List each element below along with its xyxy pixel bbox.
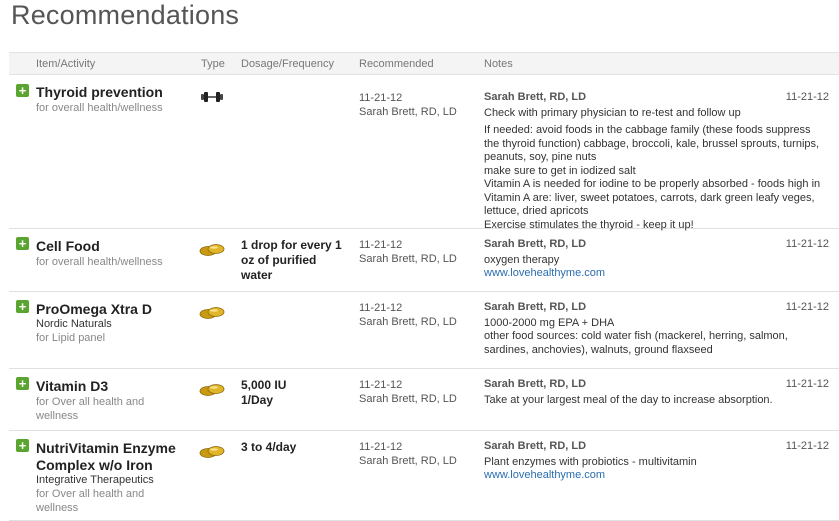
note-date: 11-21-12 — [785, 238, 829, 250]
recommended-cell: 11-21-12 Sarah Brett, RD, LD — [359, 301, 457, 329]
note-line: sardines, anchovies), walnuts, ground fl… — [484, 343, 713, 356]
recommended-by: Sarah Brett, RD, LD — [359, 253, 457, 265]
note-line: lettuce, dried apricots — [484, 205, 589, 217]
item-brand: Integrative Therapeutics — [36, 474, 154, 486]
note-line: peanuts, soy, pine nuts — [484, 151, 597, 163]
recommended-date: 11-21-12 — [359, 92, 403, 104]
item-name[interactable]: Complex w/o Iron — [36, 457, 201, 474]
recommended-date: 11-21-12 — [359, 441, 403, 453]
recommendations-table: Item/Activity Type Dosage/Frequency Reco… — [9, 52, 839, 521]
note-line: Take at your largest meal of the day to … — [484, 393, 773, 406]
item-name[interactable]: Cell Food — [36, 238, 201, 255]
add-plus-icon[interactable]: + — [16, 377, 29, 390]
page-title: Recommendations — [11, 0, 240, 30]
note-date: 11-21-12 — [785, 378, 829, 390]
dosage-line: 5,000 IU — [241, 378, 287, 392]
item-cell: Cell Food for overall health/wellness — [36, 238, 201, 269]
note-author: Sarah Brett, RD, LD — [484, 91, 587, 103]
note-line: the thyroid function) cabbage, broccoli,… — [484, 137, 820, 150]
notes-cell: Sarah Brett, RD, LD 11-21-12 Check with … — [484, 91, 829, 232]
col-dosage-header: Dosage/Frequency — [241, 58, 334, 70]
dosage-line: 3 to 4/day — [241, 440, 297, 454]
note-author: Sarah Brett, RD, LD — [484, 440, 587, 452]
note-date: 11-21-12 — [785, 440, 829, 452]
notes-cell: Sarah Brett, RD, LD 11-21-12 Take at you… — [484, 378, 829, 407]
item-cell: Vitamin D3 for Over all health and welln… — [36, 378, 201, 423]
recommended-cell: 11-21-12 Sarah Brett, RD, LD — [359, 238, 457, 266]
table-row: + Cell Food for overall health/wellness … — [9, 229, 839, 292]
recommended-date: 11-21-12 — [359, 379, 403, 391]
note-line: other food sources: cold water fish (mac… — [484, 330, 788, 342]
recommended-by: Sarah Brett, RD, LD — [359, 455, 457, 467]
table-row: + NutriVitamin Enzyme Complex w/o Iron I… — [9, 431, 839, 521]
recommended-cell: 11-21-12 Sarah Brett, RD, LD — [359, 440, 457, 468]
col-item-header: Item/Activity — [36, 58, 96, 70]
recommended-by: Sarah Brett, RD, LD — [359, 316, 457, 328]
item-name[interactable]: Vitamin D3 — [36, 378, 201, 395]
item-reason: for overall health/wellness — [36, 102, 163, 114]
pill-icon — [199, 383, 225, 397]
note-date: 11-21-12 — [785, 301, 829, 313]
pill-icon — [199, 445, 225, 459]
table-row: + ProOmega Xtra D Nordic Naturals for Li… — [9, 292, 839, 369]
note-line: Check with primary physician to re-test … — [484, 106, 741, 119]
note-line: Vitamin A is needed for iodine to be pro… — [484, 178, 821, 190]
notes-cell: Sarah Brett, RD, LD 11-21-12 oxygen ther… — [484, 238, 829, 281]
item-reason: wellness — [36, 502, 79, 514]
recommended-cell: 11-21-12 Sarah Brett, RD, LD — [359, 91, 457, 119]
dumbbell-icon — [201, 91, 223, 103]
recommended-date: 11-21-12 — [359, 239, 403, 251]
dosage-cell: 3 to 4/day — [241, 440, 351, 455]
note-line: make sure to get in iodized salt — [484, 164, 636, 177]
col-type-header: Type — [201, 58, 225, 70]
note-line: 1000-2000 mg EPA + DHA — [484, 316, 615, 329]
note-line: Plant enzymes with probiotics - multivit… — [484, 455, 697, 468]
dosage-cell: 5,000 IU 1/Day — [241, 378, 351, 408]
col-notes-header: Notes — [484, 58, 513, 70]
table-row: + Thyroid prevention for overall health/… — [9, 75, 839, 232]
notes-cell: Sarah Brett, RD, LD 11-21-12 1000-2000 m… — [484, 301, 829, 357]
table-row: + Vitamin D3 for Over all health and wel… — [9, 369, 839, 431]
item-reason: wellness — [36, 410, 79, 422]
item-name[interactable]: NutriVitamin Enzyme — [36, 440, 201, 457]
item-cell: NutriVitamin Enzyme Complex w/o Iron Int… — [36, 440, 201, 515]
table-header: Item/Activity Type Dosage/Frequency Reco… — [9, 52, 839, 75]
add-plus-icon[interactable]: + — [16, 300, 29, 313]
note-line: oxygen therapy — [484, 253, 560, 266]
pill-icon — [199, 243, 225, 257]
note-author: Sarah Brett, RD, LD — [484, 238, 587, 250]
item-reason: for Over all health and — [36, 396, 145, 408]
note-author: Sarah Brett, RD, LD — [484, 378, 587, 390]
note-author: Sarah Brett, RD, LD — [484, 301, 587, 313]
item-name[interactable]: Thyroid prevention — [36, 84, 201, 101]
item-name[interactable]: ProOmega Xtra D — [36, 301, 201, 318]
add-plus-icon[interactable]: + — [16, 237, 29, 250]
note-link[interactable]: www.lovehealthyme.com — [484, 267, 829, 281]
note-link[interactable]: www.lovehealthyme.com — [484, 469, 829, 483]
add-plus-icon[interactable]: + — [16, 439, 29, 452]
item-reason: for overall health/wellness — [36, 256, 163, 268]
dosage-line: oz of purified — [241, 253, 317, 267]
dosage-cell: 1 drop for every 1 oz of purified water — [241, 238, 351, 283]
pill-icon — [199, 306, 225, 320]
notes-cell: Sarah Brett, RD, LD 11-21-12 Plant enzym… — [484, 440, 829, 483]
recommended-date: 11-21-12 — [359, 302, 403, 314]
item-cell: ProOmega Xtra D Nordic Naturals for Lipi… — [36, 301, 201, 345]
item-reason: for Over all health and — [36, 488, 145, 500]
note-line: If needed: avoid foods in the cabbage fa… — [484, 124, 811, 136]
col-recommended-header: Recommended — [359, 58, 434, 70]
recommended-by: Sarah Brett, RD, LD — [359, 393, 457, 405]
recommended-by: Sarah Brett, RD, LD — [359, 106, 457, 118]
item-brand: Nordic Naturals — [36, 318, 112, 330]
item-cell: Thyroid prevention for overall health/we… — [36, 84, 201, 115]
note-date: 11-21-12 — [785, 91, 829, 103]
recommended-cell: 11-21-12 Sarah Brett, RD, LD — [359, 378, 457, 406]
note-line: Vitamin A are: liver, sweet potatoes, ca… — [484, 191, 815, 204]
dosage-line: water — [241, 268, 273, 282]
dosage-line: 1/Day — [241, 393, 274, 407]
item-reason: for Lipid panel — [36, 332, 106, 344]
add-plus-icon[interactable]: + — [16, 84, 29, 97]
dosage-line: 1 drop for every 1 — [241, 238, 342, 252]
